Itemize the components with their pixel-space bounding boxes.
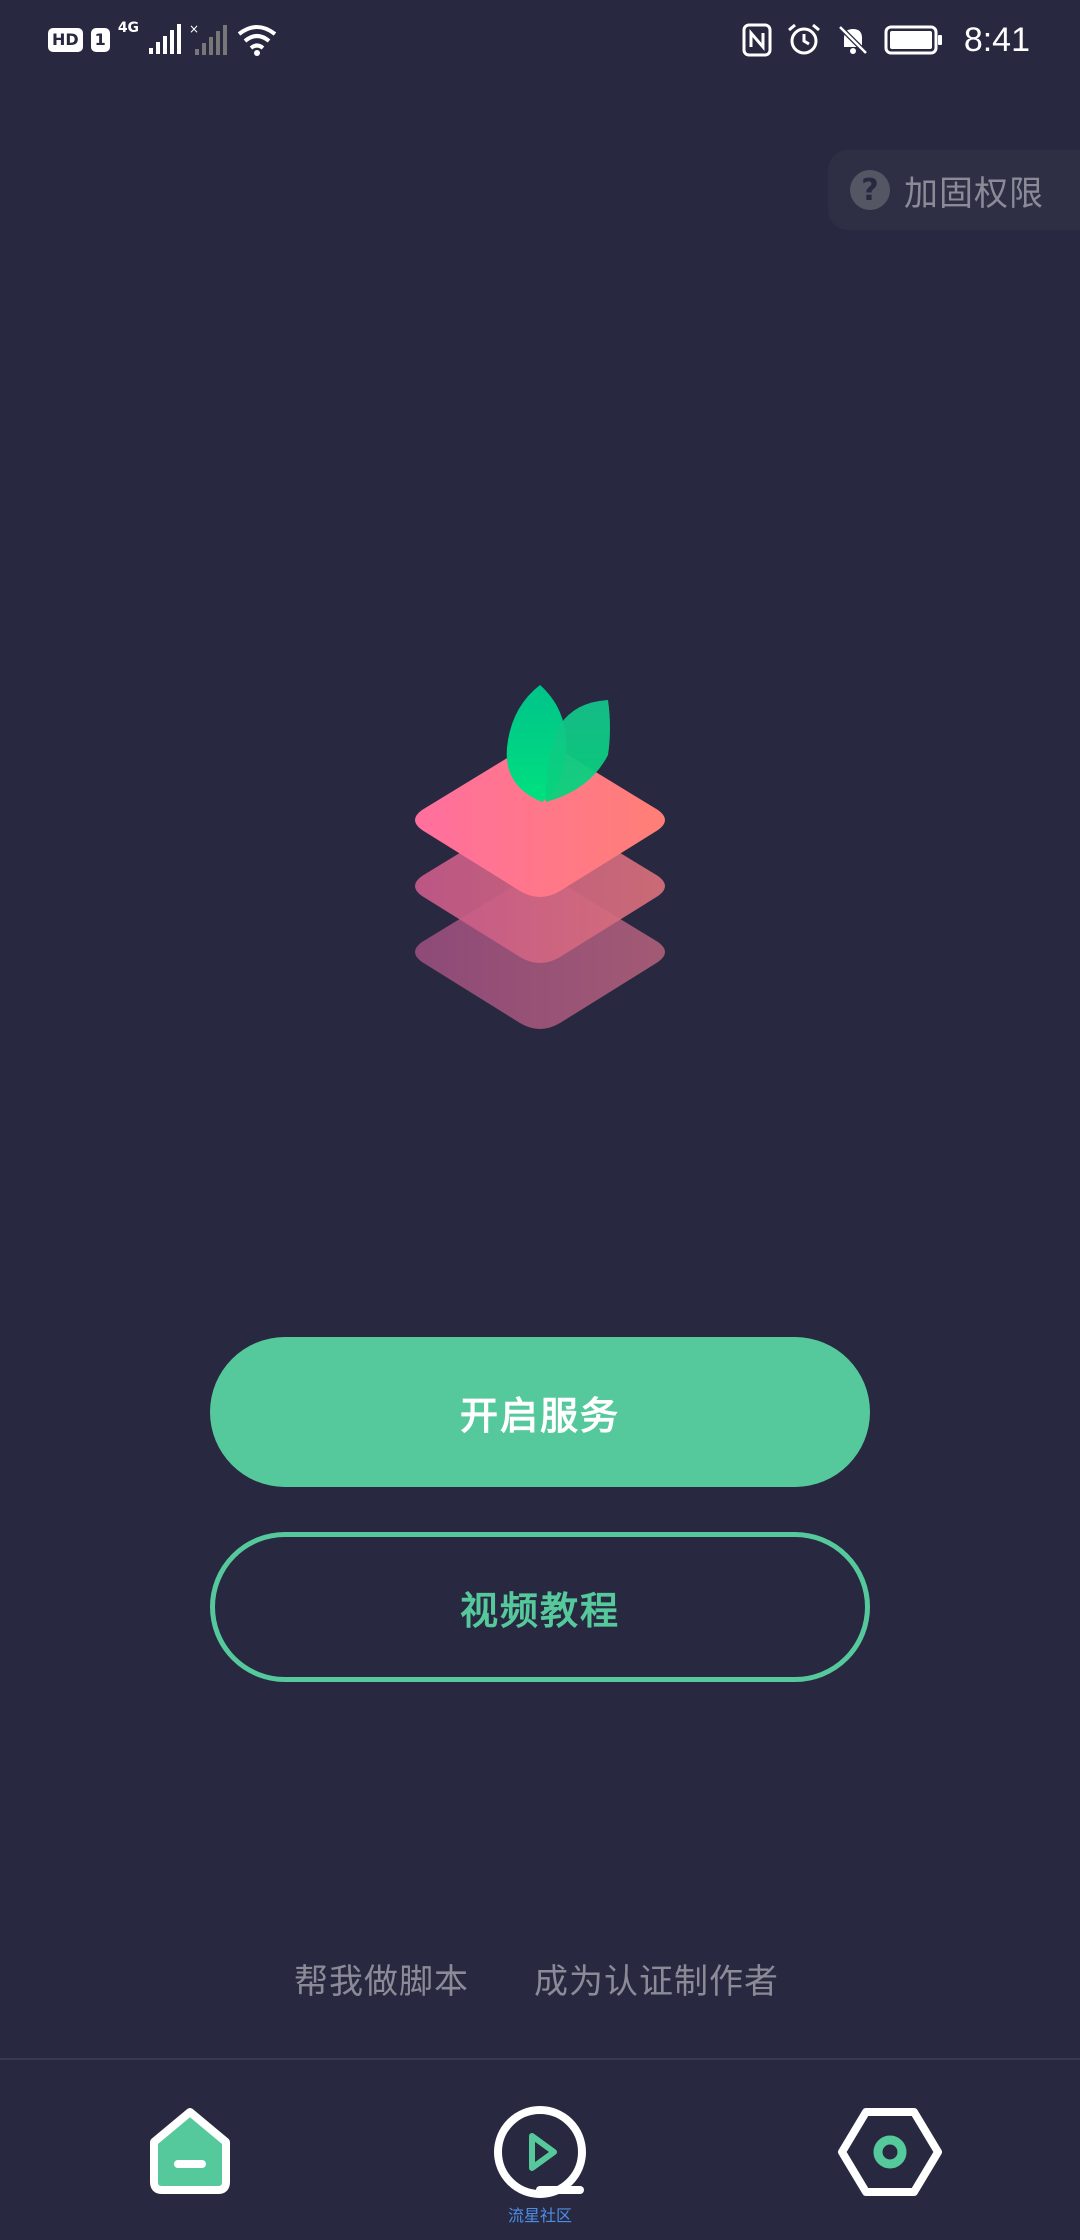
nav-item-community[interactable]: 流星社区 <box>440 2060 640 2240</box>
battery-icon <box>884 25 942 55</box>
signal-disabled-icon: × <box>189 23 228 55</box>
script-help-link[interactable]: 帮我做脚本 <box>294 1954 469 2003</box>
network-type-label: 4G <box>117 20 140 36</box>
app-screen: HD 1 4G × 8:41 ? 加固权限 开启服务 视频教程 帮我做脚本 成为… <box>0 0 1080 2240</box>
status-left: HD 1 4G × <box>48 20 277 60</box>
wifi-icon <box>237 25 277 56</box>
settings-icon <box>838 2108 942 2196</box>
hd-badge: HD <box>48 28 83 52</box>
reinforce-permission-label: 加固权限 <box>904 173 1044 214</box>
bottom-nav: 流星社区 <box>0 2060 1080 2240</box>
app-logo <box>415 685 665 1029</box>
become-author-link[interactable]: 成为认证制作者 <box>534 1954 779 2003</box>
nfc-icon <box>742 23 772 57</box>
help-icon: ? <box>850 170 890 210</box>
nav-label-community: 流星社区 <box>507 2206 572 2225</box>
start-service-button[interactable]: 开启服务 <box>210 1337 870 1487</box>
alarm-icon <box>787 23 820 55</box>
video-tutorial-button[interactable]: 视频教程 <box>210 1532 870 1682</box>
sim-badge: 1 <box>90 28 110 52</box>
signal-icon <box>149 24 182 54</box>
nav-item-home[interactable] <box>90 2060 290 2240</box>
status-time: 8:41 <box>963 20 1030 59</box>
status-right: 8:41 <box>742 20 1030 60</box>
status-bar: HD 1 4G × 8:41 <box>0 0 1080 80</box>
home-icon <box>150 2108 230 2194</box>
play-icon <box>494 2106 586 2198</box>
reinforce-permission-button[interactable]: ? 加固权限 <box>828 150 1080 230</box>
svg-text:×: × <box>189 23 199 36</box>
mute-notification-icon <box>838 25 868 55</box>
nav-item-settings[interactable] <box>790 2060 990 2240</box>
